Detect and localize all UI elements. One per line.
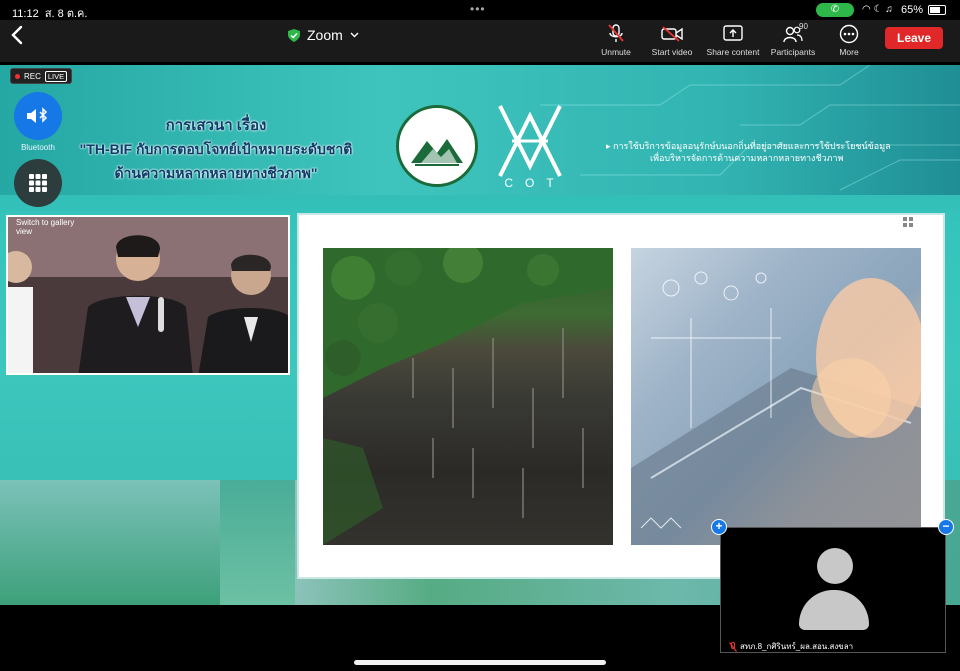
speaker-bluetooth-icon [27,107,48,123]
active-call-icon[interactable]: ✆ [816,3,854,17]
share-content-button[interactable]: Share content [703,22,763,57]
deforestation-photo [323,248,613,545]
participants-button[interactable]: 90 Participants [763,22,823,57]
moon-icon: ☾ [873,4,883,15]
participants-count: 90 [799,22,808,31]
expand-self-view-button[interactable]: + [711,519,727,535]
chevron-down-icon [350,32,359,38]
back-button[interactable] [10,24,30,48]
digital-laptop-illustration [631,271,921,545]
grid-icon [29,174,47,192]
status-bar: 11:12 ส. 8 ต.ค. ••• ✆ ◠ ☾ ♫ 65% [0,0,960,20]
more-dots-icon [839,24,859,44]
mountain-emblem-icon [411,139,463,166]
mic-muted-icon [608,24,624,42]
speakers-video-feed [8,217,288,373]
wifi-icon: ◠ [862,4,871,15]
multitask-dots-icon[interactable]: ••• [470,2,486,16]
self-view-name: สทภ.8_กศิรินทร์_ผล.สอน.สงขลา [729,640,853,653]
switch-gallery-label: Switch to gallery view [16,218,75,236]
home-indicator[interactable] [354,660,606,665]
technology-laptop-photo [631,248,921,545]
live-badge: LIVE [44,70,68,82]
recording-indicator: REC LIVE [10,68,73,84]
battery-percent: 65% [901,4,924,16]
battery-icon [928,5,946,15]
chevron-left-icon [11,25,23,45]
self-view-tile[interactable]: สทภ.8_กศิรินทร์_ผล.สอน.สงขลา [720,527,946,653]
app-title: Zoom [307,27,343,43]
minimize-self-view-button[interactable]: − [938,519,954,535]
bluetooth-audio-button[interactable] [14,92,62,140]
nature-photo [220,480,295,605]
circuit-pattern-decoration [540,65,960,191]
leave-button[interactable]: Leave [885,27,943,49]
slide-title: การเสวนา เรื่อง "TH-BIF กับการตอบโจทย์เป… [79,117,353,181]
onep-logo [396,105,478,187]
bluetooth-label: Bluetooth [21,143,55,152]
gallery-view-button[interactable] [14,159,62,207]
video-off-icon [661,26,683,42]
meeting-toolbar: Zoom Unmute Start video Share content 90… [0,20,960,62]
mic-muted-small-icon [729,641,737,652]
avatar-head [817,548,853,584]
meeting-title-dropdown[interactable]: Zoom [288,27,359,43]
recording-dot-icon [15,73,20,79]
share-screen-icon [723,25,743,41]
burned-forest-illustration [323,248,613,545]
cot-logo-text: COT [504,176,566,190]
avatar-body [799,590,869,630]
slide-subtitle: ▸ การใช้บริการข้อมูลอนุรักษ์บนอกถิ่นที่อ… [606,141,891,163]
start-video-button[interactable]: Start video [642,22,702,57]
system-icons: ◠ ☾ ♫ [862,4,893,15]
active-speaker-video[interactable] [6,215,290,375]
unmute-button[interactable]: Unmute [586,22,646,57]
more-button[interactable]: More [819,22,879,57]
headphones-icon: ♫ [885,4,893,15]
shield-check-icon [288,28,300,42]
grid-small-icon [903,217,913,227]
wildlife-photo [0,480,220,605]
